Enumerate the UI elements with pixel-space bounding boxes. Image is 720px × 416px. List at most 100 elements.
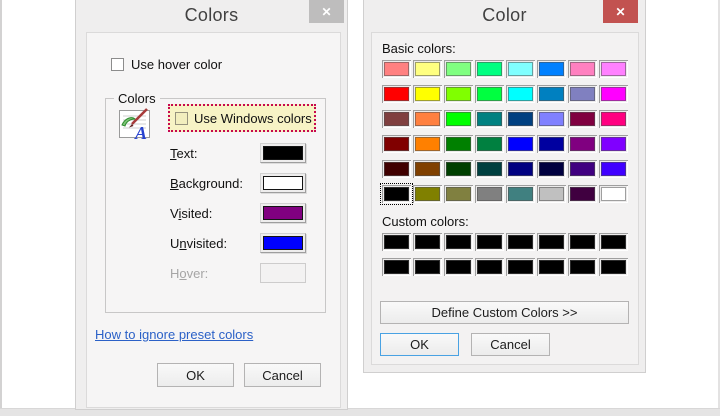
basic-color-swatch-9[interactable]: [413, 85, 442, 103]
use-hover-color-checkbox-row[interactable]: Use hover color: [111, 57, 222, 72]
custom-color-swatch-1[interactable]: [413, 233, 442, 251]
basic-color-swatch-33[interactable]: [413, 160, 442, 178]
basic-color-swatch-25[interactable]: [413, 135, 442, 153]
custom-color-swatch-fill: [384, 260, 409, 274]
basic-color-swatch-43[interactable]: [475, 185, 504, 203]
basic-color-swatch-4[interactable]: [506, 60, 535, 78]
custom-color-swatch-7[interactable]: [599, 233, 628, 251]
picker-cancel-button[interactable]: Cancel: [471, 333, 550, 356]
background-label: Background:: [170, 176, 243, 191]
custom-color-swatch-0[interactable]: [382, 233, 411, 251]
basic-color-swatch-31[interactable]: [599, 135, 628, 153]
visited-label: Visited:: [170, 206, 213, 221]
basic-color-swatch-fill: [570, 112, 595, 126]
basic-color-swatch-10[interactable]: [444, 85, 473, 103]
basic-color-swatch-40[interactable]: [380, 183, 413, 205]
background-color-button[interactable]: [260, 173, 306, 193]
colors-icon: A: [118, 107, 158, 148]
custom-color-swatch-8[interactable]: [382, 258, 411, 276]
basic-color-swatch-46[interactable]: [568, 185, 597, 203]
basic-color-swatch-37[interactable]: [537, 160, 566, 178]
basic-color-swatch-18[interactable]: [444, 110, 473, 128]
picker-ok-button[interactable]: OK: [380, 333, 459, 356]
basic-color-swatch-17[interactable]: [413, 110, 442, 128]
basic-color-swatch-41[interactable]: [413, 185, 442, 203]
custom-color-swatch-3[interactable]: [475, 233, 504, 251]
basic-color-swatch-11[interactable]: [475, 85, 504, 103]
basic-color-swatch-34[interactable]: [444, 160, 473, 178]
custom-color-swatch-6[interactable]: [568, 233, 597, 251]
basic-color-swatch-6[interactable]: [568, 60, 597, 78]
basic-color-swatch-30[interactable]: [568, 135, 597, 153]
basic-color-swatch-22[interactable]: [568, 110, 597, 128]
custom-color-swatch-9[interactable]: [413, 258, 442, 276]
basic-color-swatch-27[interactable]: [475, 135, 504, 153]
unvisited-color-button[interactable]: [260, 233, 306, 253]
color-picker-dialog: Color ✕ Basic colors: Custom colors: Def…: [363, 0, 646, 373]
basic-color-swatch-21[interactable]: [537, 110, 566, 128]
basic-color-swatch-36[interactable]: [506, 160, 535, 178]
close-icon[interactable]: ✕: [309, 0, 344, 23]
basic-color-swatch-fill: [477, 62, 502, 76]
custom-color-swatch-2[interactable]: [444, 233, 473, 251]
use-windows-colors-checkbox[interactable]: [175, 111, 188, 125]
basic-color-swatch-1[interactable]: [413, 60, 442, 78]
basic-color-swatch-2[interactable]: [444, 60, 473, 78]
custom-color-swatch-fill: [601, 260, 626, 274]
basic-color-swatch-20[interactable]: [506, 110, 535, 128]
basic-color-swatch-35[interactable]: [475, 160, 504, 178]
basic-color-swatch-3[interactable]: [475, 60, 504, 78]
custom-color-swatch-14[interactable]: [568, 258, 597, 276]
colors-ok-label: OK: [186, 367, 205, 383]
basic-color-swatch-24[interactable]: [382, 135, 411, 153]
close-icon[interactable]: ✕: [603, 0, 638, 23]
custom-color-swatch-4[interactable]: [506, 233, 535, 251]
basic-color-swatch-fill: [601, 62, 626, 76]
custom-color-swatch-10[interactable]: [444, 258, 473, 276]
hover-color-row: Hover:: [170, 263, 306, 283]
define-custom-colors-button[interactable]: Define Custom Colors >>: [380, 301, 629, 324]
basic-color-swatch-39[interactable]: [599, 160, 628, 178]
text-color-button[interactable]: [260, 143, 306, 163]
basic-color-swatch-16[interactable]: [382, 110, 411, 128]
basic-color-swatch-45[interactable]: [537, 185, 566, 203]
basic-color-swatch-fill: [539, 187, 564, 201]
colors-cancel-button[interactable]: Cancel: [244, 363, 321, 387]
text-color-row: Text:: [170, 143, 306, 163]
basic-color-swatch-fill: [477, 162, 502, 176]
basic-color-swatch-23[interactable]: [599, 110, 628, 128]
custom-color-swatch-fill: [477, 235, 502, 249]
basic-color-swatch-0[interactable]: [382, 60, 411, 78]
custom-color-swatch-fill: [539, 260, 564, 274]
basic-color-swatch-fill: [570, 62, 595, 76]
basic-color-swatch-5[interactable]: [537, 60, 566, 78]
basic-color-swatch-26[interactable]: [444, 135, 473, 153]
basic-color-swatch-15[interactable]: [599, 85, 628, 103]
basic-color-swatch-44[interactable]: [506, 185, 535, 203]
custom-color-swatch-11[interactable]: [475, 258, 504, 276]
ignore-preset-colors-link[interactable]: How to ignore preset colors: [95, 327, 253, 342]
basic-color-swatch-7[interactable]: [599, 60, 628, 78]
basic-color-swatch-47[interactable]: [599, 185, 628, 203]
basic-color-swatch-fill: [570, 187, 595, 201]
basic-color-swatch-12[interactable]: [506, 85, 535, 103]
basic-color-swatch-29[interactable]: [537, 135, 566, 153]
basic-color-swatch-14[interactable]: [568, 85, 597, 103]
basic-color-swatch-fill: [415, 137, 440, 151]
use-windows-colors-highlight[interactable]: Use Windows colors: [168, 104, 316, 132]
colors-ok-button[interactable]: OK: [157, 363, 234, 387]
basic-color-swatch-38[interactable]: [568, 160, 597, 178]
custom-color-swatch-5[interactable]: [537, 233, 566, 251]
use-hover-color-checkbox[interactable]: [111, 58, 124, 71]
basic-color-swatch-28[interactable]: [506, 135, 535, 153]
text-label: Text:: [170, 146, 198, 161]
basic-color-swatch-42[interactable]: [444, 185, 473, 203]
basic-color-swatch-32[interactable]: [382, 160, 411, 178]
custom-color-swatch-13[interactable]: [537, 258, 566, 276]
basic-color-swatch-8[interactable]: [382, 85, 411, 103]
custom-color-swatch-15[interactable]: [599, 258, 628, 276]
visited-color-button[interactable]: [260, 203, 306, 223]
basic-color-swatch-13[interactable]: [537, 85, 566, 103]
basic-color-swatch-19[interactable]: [475, 110, 504, 128]
custom-color-swatch-12[interactable]: [506, 258, 535, 276]
